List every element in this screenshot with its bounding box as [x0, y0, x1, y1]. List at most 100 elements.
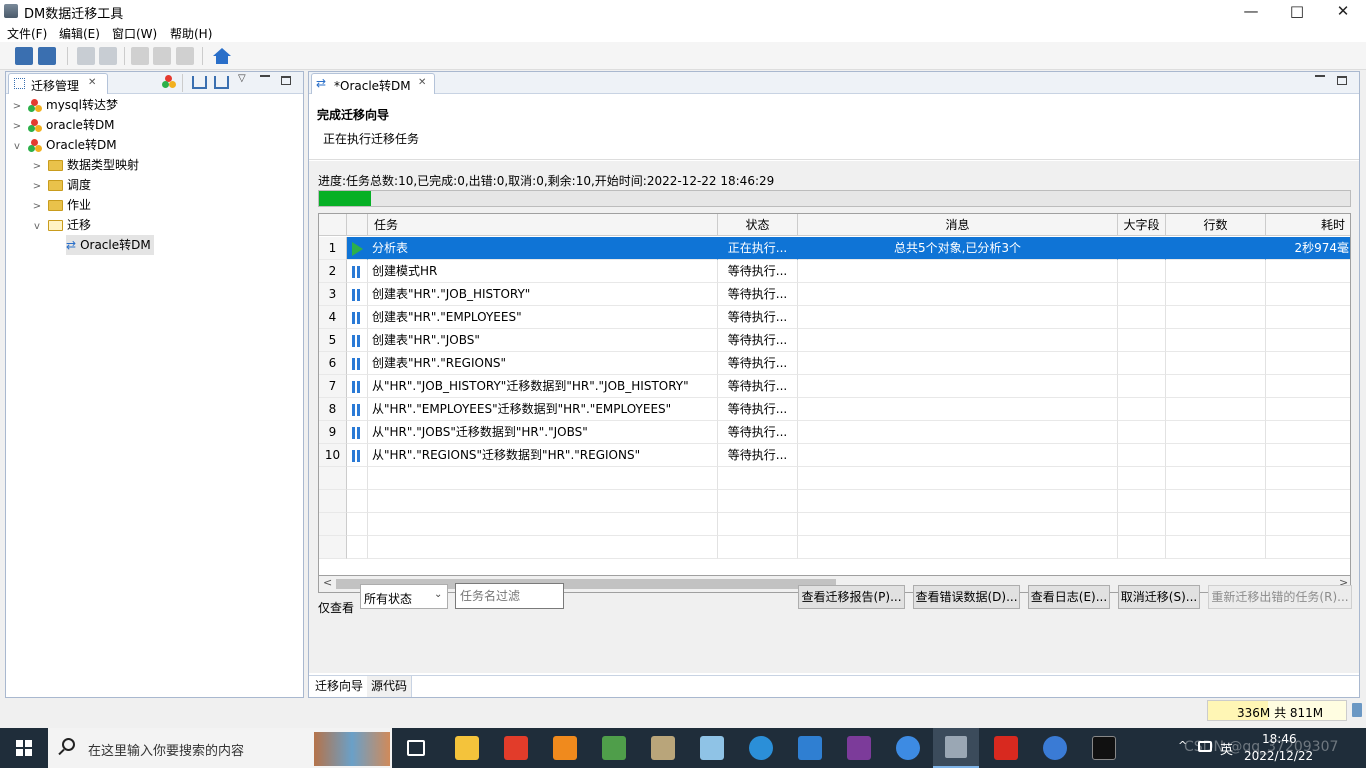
table-row[interactable]: 9 从"HR"."JOBS"迁移数据到"HR"."JOBS" 等待执行...: [319, 421, 1350, 444]
paste-icon[interactable]: [176, 47, 194, 65]
app-icon-orange[interactable]: [553, 736, 577, 760]
table-row[interactable]: 5 创建表"HR"."JOBS" 等待执行...: [319, 329, 1350, 352]
bigfield-cell: [1118, 283, 1166, 306]
column-header-time[interactable]: 耗时: [1266, 214, 1350, 236]
tree-item-type-mapping[interactable]: > 数据类型映射: [32, 155, 139, 175]
cancel-migration-button[interactable]: 取消迁移(S)...: [1118, 585, 1200, 609]
column-header-task[interactable]: 任务: [368, 214, 718, 236]
collapse-arrow-icon[interactable]: v: [32, 217, 42, 237]
row-count-cell: [1166, 306, 1266, 329]
tree-item-mysql-migration[interactable]: > mysql转达梦: [12, 95, 118, 115]
row-number: 10: [319, 444, 347, 467]
export-icon[interactable]: [214, 76, 229, 89]
column-header-message[interactable]: 消息: [798, 214, 1118, 236]
edge-browser-icon[interactable]: [749, 736, 773, 760]
task-view-icon[interactable]: [407, 740, 425, 756]
redo-icon[interactable]: [99, 47, 117, 65]
tree-item-schedule[interactable]: > 调度: [32, 175, 91, 195]
maximize-view-icon[interactable]: [281, 76, 291, 85]
minimize-button[interactable]: —: [1228, 0, 1274, 22]
undo-icon[interactable]: [77, 47, 95, 65]
view-report-button[interactable]: 查看迁移报告(P)...: [798, 585, 905, 609]
table-row[interactable]: 3 创建表"HR"."JOB_HISTORY" 等待执行...: [319, 283, 1350, 306]
menu-edit[interactable]: 编辑(E): [59, 25, 100, 42]
tab-oracle-dm[interactable]: ⇄ *Oracle转DM ✕: [311, 73, 435, 94]
table-row[interactable]: 10 从"HR"."REGIONS"迁移数据到"HR"."REGIONS" 等待执行…: [319, 444, 1350, 467]
cut-icon[interactable]: [131, 47, 149, 65]
task-message-cell: [798, 467, 1118, 490]
row-count-cell: [1166, 490, 1266, 513]
table-row[interactable]: 8 从"HR"."EMPLOYEES"迁移数据到"HR"."EMPLOYEES" 等…: [319, 398, 1350, 421]
home-icon[interactable]: [213, 48, 231, 56]
file-explorer-icon[interactable]: [455, 736, 479, 760]
tree-item-oracle-dm-migration[interactable]: ⇄ Oracle转DM: [66, 235, 154, 255]
connect-db-icon[interactable]: [162, 75, 176, 89]
column-header-bigfield[interactable]: 大字段: [1118, 214, 1166, 236]
elapsed-time-cell: [1266, 398, 1350, 421]
app-icon-colorful[interactable]: [1043, 736, 1067, 760]
save-icon[interactable]: [15, 47, 33, 65]
menu-window[interactable]: 窗口(W): [112, 25, 157, 42]
terminal-icon[interactable]: [1092, 736, 1116, 760]
menu-file[interactable]: 文件(F): [7, 25, 47, 42]
row-count-cell: [1166, 237, 1266, 260]
menu-help[interactable]: 帮助(H): [170, 25, 212, 42]
spreadsheet-app-icon[interactable]: [602, 736, 626, 760]
close-button[interactable]: ✕: [1320, 0, 1366, 22]
table-row[interactable]: 7 从"HR"."JOB_HISTORY"迁移数据到"HR"."JOB_HISTO…: [319, 375, 1350, 398]
paused-icon: [347, 375, 368, 398]
expand-arrow-icon[interactable]: >: [32, 157, 42, 177]
dm-migration-taskbar-button[interactable]: [933, 728, 979, 768]
tab-source-code[interactable]: 源代码: [367, 676, 413, 697]
maximize-editor-icon[interactable]: [1337, 76, 1347, 85]
app-icon-red[interactable]: [504, 736, 528, 760]
table-row[interactable]: 1 分析表 正在执行... 总共5个对象,已分析3个 2秒974毫: [319, 237, 1350, 260]
collapse-arrow-icon[interactable]: v: [12, 137, 22, 157]
vscode-icon[interactable]: [798, 736, 822, 760]
row-count-cell: [1166, 375, 1266, 398]
bigfield-cell: [1118, 421, 1166, 444]
table-row: [319, 467, 1350, 490]
copy-icon[interactable]: [153, 47, 171, 65]
app-icon-tools[interactable]: [700, 736, 724, 760]
column-header-status[interactable]: 状态: [718, 214, 798, 236]
table-row[interactable]: 4 创建表"HR"."EMPLOYEES" 等待执行...: [319, 306, 1350, 329]
onenote-icon[interactable]: [847, 736, 871, 760]
expand-arrow-icon[interactable]: >: [32, 177, 42, 197]
task-message-cell: [798, 329, 1118, 352]
view-log-button[interactable]: 查看日志(E)...: [1028, 585, 1110, 609]
table-row[interactable]: 6 创建表"HR"."REGIONS" 等待执行...: [319, 352, 1350, 375]
column-header-rows[interactable]: 行数: [1166, 214, 1266, 236]
app-icon-blue[interactable]: [896, 736, 920, 760]
tree-item-label: 迁移: [67, 218, 92, 232]
close-tab-icon[interactable]: ✕: [418, 77, 426, 88]
expand-arrow-icon[interactable]: >: [12, 97, 22, 117]
tab-wizard[interactable]: 迁移向导: [311, 676, 369, 697]
wps-icon[interactable]: [994, 736, 1018, 760]
tree-item-jobs[interactable]: > 作业: [32, 195, 91, 215]
bigfield-cell: [1118, 398, 1166, 421]
app-icon-db[interactable]: [651, 736, 675, 760]
import-icon[interactable]: [192, 76, 207, 89]
minimize-editor-icon[interactable]: [1315, 75, 1325, 77]
expand-arrow-icon[interactable]: >: [12, 117, 22, 137]
retry-failed-button[interactable]: 重新迁移出错的任务(R)...: [1208, 585, 1352, 609]
tab-migration-manager[interactable]: 迁移管理 ✕: [8, 73, 108, 94]
view-errors-button[interactable]: 查看错误数据(D)...: [913, 585, 1020, 609]
table-row: [319, 536, 1350, 559]
taskbar-search-box[interactable]: 在这里输入你要搜索的内容: [48, 728, 392, 768]
start-button[interactable]: [16, 740, 32, 756]
view-menu-icon[interactable]: ▽: [238, 73, 246, 84]
expand-arrow-icon[interactable]: >: [32, 197, 42, 217]
tree-item-oracle-dm-project[interactable]: v Oracle转DM: [12, 135, 117, 155]
tree-item-label: Oracle转DM: [80, 238, 151, 252]
save-all-icon[interactable]: [38, 47, 56, 65]
garbage-collect-icon[interactable]: [1352, 703, 1362, 717]
tree-item-oracle-migration[interactable]: > oracle转DM: [12, 115, 115, 135]
tree-item-migrations[interactable]: v 迁移: [32, 215, 91, 235]
table-row[interactable]: 2 创建模式HR 等待执行...: [319, 260, 1350, 283]
folder-icon: [48, 200, 63, 211]
minimize-view-icon[interactable]: [260, 75, 270, 77]
maximize-button[interactable]: □: [1274, 0, 1320, 22]
close-tab-icon[interactable]: ✕: [88, 77, 96, 88]
